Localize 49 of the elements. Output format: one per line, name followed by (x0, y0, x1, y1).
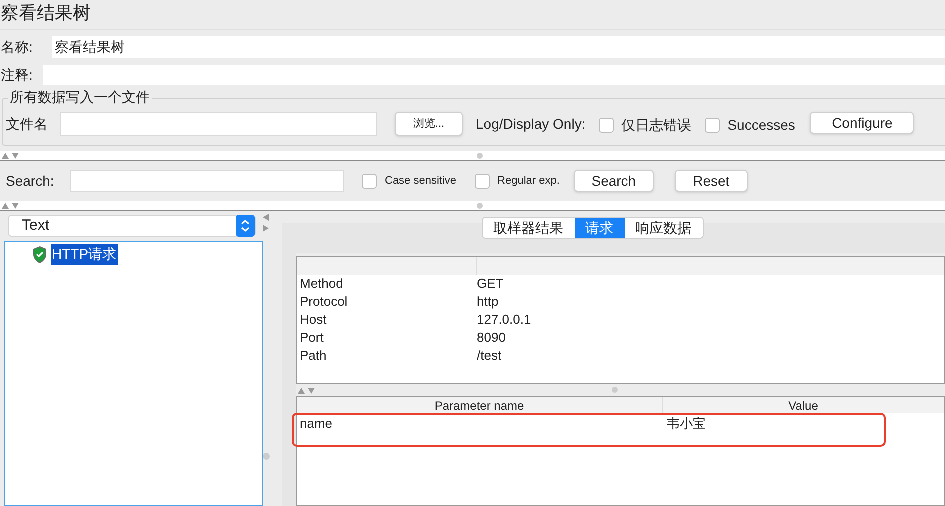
tab[interactable]: 请求 (574, 218, 624, 238)
window-title: 察看结果树 (0, 0, 945, 30)
table-cell-text: 韦小宝 (666, 415, 706, 434)
column-header: Value (788, 398, 820, 413)
renderer-select[interactable]: Text (8, 215, 256, 237)
name-field[interactable]: 察看结果树 (52, 36, 945, 58)
collapse-arrows-icon[interactable] (2, 202, 22, 209)
file-name-label: 文件名 (6, 114, 49, 134)
column-header: Parameter name (297, 397, 663, 413)
name-label: 名称: (0, 38, 34, 56)
checkbox-label: Regular exp. (498, 174, 560, 189)
table-cell-text: name (299, 415, 334, 434)
checkbox[interactable] (704, 118, 720, 132)
checkbox-label: 仅日志错误 (622, 116, 692, 134)
table-cell-text: Path (299, 347, 328, 366)
split-handle[interactable] (263, 453, 270, 460)
button[interactable]: Search (574, 170, 654, 192)
select-arrows-icon (236, 215, 255, 237)
checkbox-label: Case sensitive (385, 174, 457, 189)
search-field[interactable] (70, 170, 344, 192)
table-cell-text: Port (299, 329, 325, 348)
group-legend: 所有数据写入一个文件 (8, 89, 152, 105)
table-cell-text: Protocol (299, 293, 349, 312)
split-handle[interactable] (477, 152, 483, 158)
collapse-arrows-icon[interactable] (262, 214, 269, 234)
table-cell-text: /test (477, 347, 502, 366)
split-handle[interactable] (477, 202, 483, 208)
table-cell-text: http (477, 293, 499, 312)
search-label: Search: (6, 172, 56, 190)
button[interactable]: Reset (674, 170, 748, 192)
table-cell-text: 127.0.0.1 (477, 311, 532, 330)
checkbox-label: Successes (728, 116, 796, 134)
tree-item[interactable]: HTTP请求 (51, 244, 118, 265)
table-cell-text: 8090 (477, 329, 506, 348)
checkbox[interactable] (362, 174, 377, 188)
log-display-label: Log/Display Only: (476, 114, 586, 134)
table-cell-text: Host (299, 311, 328, 330)
comment-label: 注释: (0, 66, 34, 84)
collapse-arrows-icon[interactable] (298, 387, 318, 394)
checkbox[interactable] (474, 174, 490, 188)
checkbox[interactable] (598, 118, 614, 132)
button[interactable]: 浏览... (395, 112, 463, 136)
collapse-arrows-icon[interactable] (2, 152, 22, 159)
table-cell-text: GET (477, 275, 504, 294)
shield-check-icon (32, 246, 48, 264)
button[interactable]: Configure (810, 112, 914, 134)
table-cell-text: Method (299, 275, 344, 294)
split-handle[interactable] (612, 387, 618, 393)
file-name-field[interactable] (60, 112, 377, 136)
